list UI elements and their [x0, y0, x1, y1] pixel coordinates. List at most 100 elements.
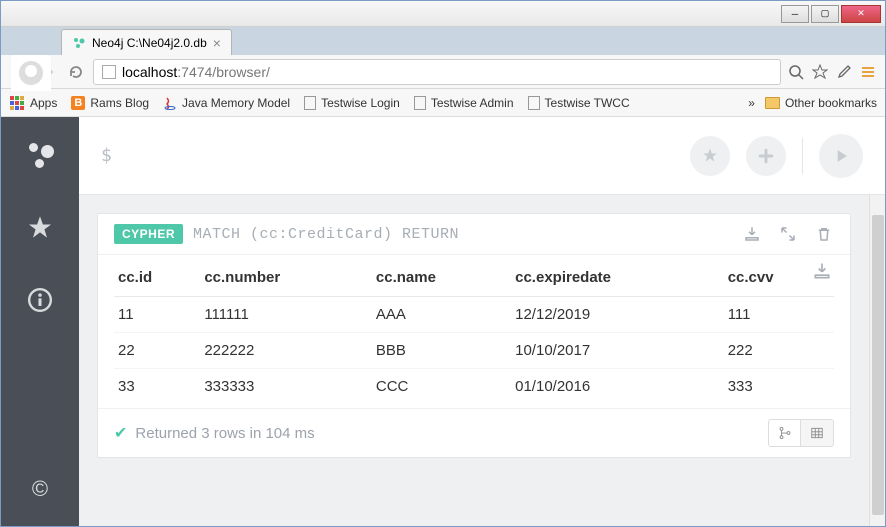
download-column-button[interactable]	[812, 261, 832, 281]
copyright-icon: ©	[32, 476, 48, 502]
tab-close-icon[interactable]: ×	[213, 35, 221, 51]
play-icon	[831, 146, 851, 166]
table-cell: 222	[724, 333, 834, 369]
neo4j-app: © $ CYPHER MATCH (cc:CreditCard) RETURN	[1, 117, 885, 526]
main-area: $ CYPHER MATCH (cc:CreditCard) RETURN	[79, 117, 885, 526]
bookmark-star-icon[interactable]	[811, 63, 829, 81]
sidebar-about[interactable]: ©	[23, 472, 57, 506]
maximize-button[interactable]: ▢	[811, 5, 839, 23]
apps-grid-icon	[9, 95, 25, 111]
col-number: cc.number	[200, 259, 372, 297]
scroll-thumb[interactable]	[872, 215, 884, 515]
col-name: cc.name	[372, 259, 511, 297]
table-cell: 111111	[200, 297, 372, 333]
expand-icon	[779, 225, 797, 243]
eyedropper-icon[interactable]	[835, 63, 853, 81]
reload-button[interactable]	[65, 61, 87, 83]
status-text: Returned 3 rows in 104 ms	[135, 425, 314, 442]
run-button[interactable]	[819, 134, 863, 178]
query-editor[interactable]: $	[79, 117, 885, 195]
query-type-chip: CYPHER	[114, 224, 183, 244]
apps-label: Apps	[30, 96, 57, 110]
divider	[802, 138, 803, 174]
window: ─ ▢ ✕ Neo4j C:\Ne04j2.0.db × localhost:7…	[0, 0, 886, 527]
branch-icon	[778, 426, 792, 440]
tab-title: Neo4j C:\Ne04j2.0.db	[92, 36, 207, 50]
file-icon	[304, 96, 316, 110]
star-icon	[700, 146, 720, 166]
table-view-button[interactable]	[801, 420, 833, 446]
sidebar-database[interactable]	[23, 139, 57, 173]
java-icon	[163, 96, 177, 110]
menu-icon[interactable]	[859, 63, 877, 81]
database-nodes-icon	[23, 141, 57, 171]
browser-toolbar: localhost:7474/browser/	[1, 55, 885, 89]
result-card: CYPHER MATCH (cc:CreditCard) RETURN	[97, 213, 851, 458]
bookmarks-overflow[interactable]: »	[748, 96, 755, 110]
bookmark-rams-blog[interactable]: BRams Blog	[71, 96, 149, 110]
bookmark-testwise-login[interactable]: Testwise Login	[304, 96, 400, 110]
results-frame: CYPHER MATCH (cc:CreditCard) RETURN	[79, 195, 869, 526]
favorite-button[interactable]	[690, 136, 730, 176]
info-icon	[27, 287, 53, 313]
col-expiredate: cc.expiredate	[511, 259, 724, 297]
neo4j-favicon-icon	[72, 36, 86, 50]
result-footer: ✔ Returned 3 rows in 104 ms	[98, 408, 850, 457]
table-cell: 22	[114, 333, 200, 369]
bookmark-testwise-admin[interactable]: Testwise Admin	[414, 96, 514, 110]
folder-icon	[765, 97, 780, 109]
page-icon	[102, 65, 116, 79]
download-icon	[743, 225, 761, 243]
sidebar-info[interactable]	[23, 283, 57, 317]
table-cell: 01/10/2016	[511, 369, 724, 405]
export-button[interactable]	[742, 224, 762, 244]
table-row: 11111111AAA12/12/2019111	[114, 297, 834, 333]
trash-icon	[815, 225, 833, 243]
table-cell: 333333	[200, 369, 372, 405]
star-icon	[26, 214, 54, 242]
bookmark-java-memory[interactable]: Java Memory Model	[163, 96, 290, 110]
url-text: localhost:7474/browser/	[122, 64, 270, 80]
browser-tab[interactable]: Neo4j C:\Ne04j2.0.db ×	[61, 29, 232, 55]
table-row: 33333333CCC01/10/2016333	[114, 369, 834, 405]
table-cell: 10/10/2017	[511, 333, 724, 369]
other-bookmarks[interactable]: Other bookmarks	[765, 96, 877, 110]
table-cell: 333	[724, 369, 834, 405]
titlebar: ─ ▢ ✕	[1, 1, 885, 27]
scrollbar[interactable]	[869, 195, 885, 526]
table-row: 22222222BBB10/10/2017222	[114, 333, 834, 369]
plus-icon	[756, 146, 776, 166]
tab-bar: Neo4j C:\Ne04j2.0.db ×	[1, 27, 885, 55]
blogger-icon: B	[71, 96, 85, 110]
bookmarks-bar: Apps BRams Blog Java Memory Model Testwi…	[1, 89, 885, 117]
table-cell: 11	[114, 297, 200, 333]
apps-button[interactable]: Apps	[9, 95, 57, 111]
add-button[interactable]	[746, 136, 786, 176]
table-cell: 33	[114, 369, 200, 405]
query-text: MATCH (cc:CreditCard) RETURN	[193, 226, 459, 243]
graph-view-button[interactable]	[769, 420, 801, 446]
minimize-button[interactable]: ─	[781, 5, 809, 23]
col-id: cc.id	[114, 259, 200, 297]
result-header: CYPHER MATCH (cc:CreditCard) RETURN	[98, 214, 850, 255]
address-bar[interactable]: localhost:7474/browser/	[93, 59, 781, 85]
table-header-row: cc.id cc.number cc.name cc.expiredate cc…	[114, 259, 834, 297]
check-icon: ✔	[114, 423, 127, 443]
sidebar-favorites[interactable]	[23, 211, 57, 245]
table-cell: BBB	[372, 333, 511, 369]
bookmark-testwise-twcc[interactable]: Testwise TWCC	[528, 96, 630, 110]
profile-avatar[interactable]	[11, 55, 51, 91]
expand-button[interactable]	[778, 224, 798, 244]
file-icon	[414, 96, 426, 110]
table-cell: 12/12/2019	[511, 297, 724, 333]
editor-prompt: $	[101, 145, 112, 166]
file-icon	[528, 96, 540, 110]
result-table: cc.id cc.number cc.name cc.expiredate cc…	[114, 259, 834, 404]
view-toggle	[768, 419, 834, 447]
delete-button[interactable]	[814, 224, 834, 244]
table-cell: AAA	[372, 297, 511, 333]
zoom-icon[interactable]	[787, 63, 805, 81]
table-cell: CCC	[372, 369, 511, 405]
table-cell: 111	[724, 297, 834, 333]
close-button[interactable]: ✕	[841, 5, 881, 23]
